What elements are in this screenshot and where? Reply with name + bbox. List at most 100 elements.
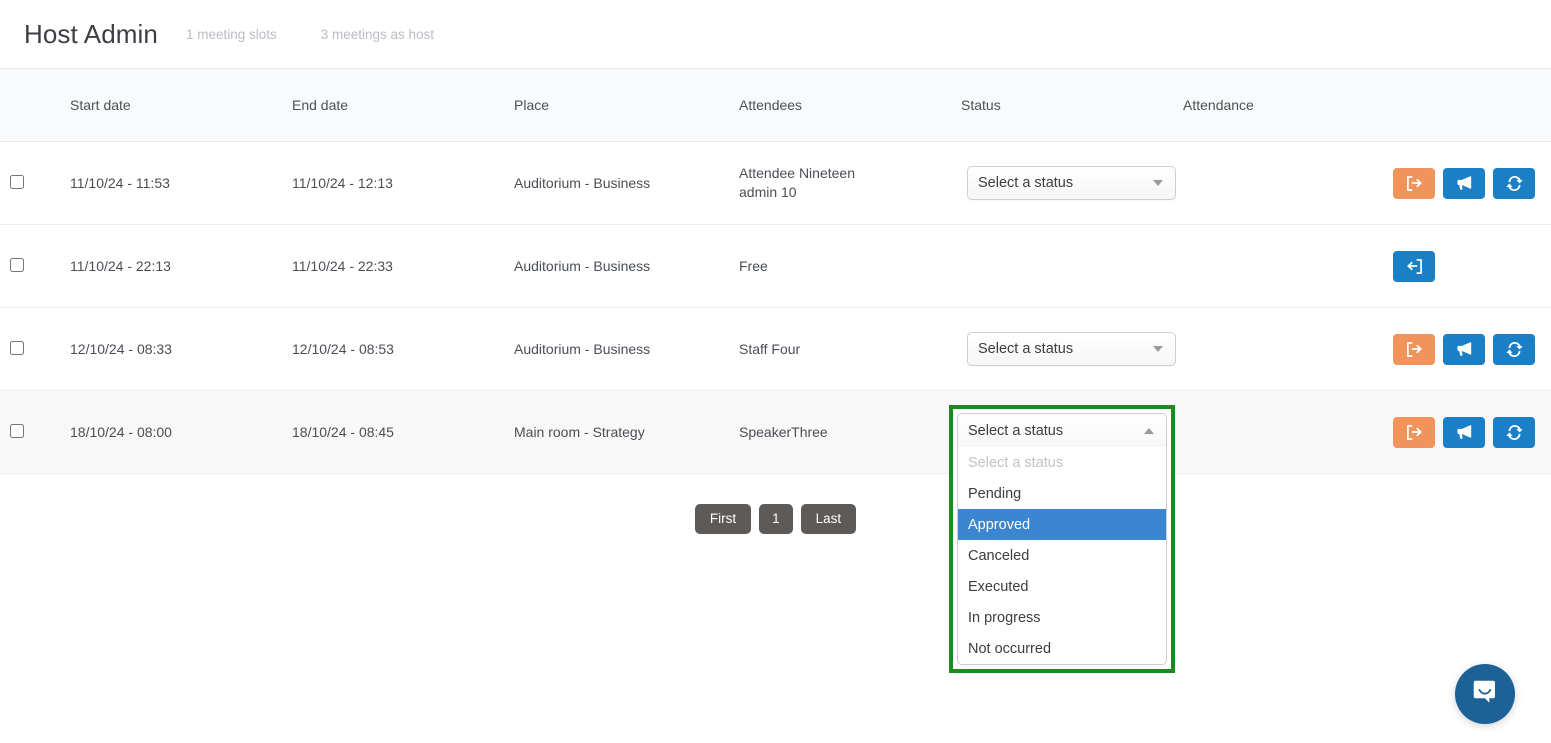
status-select-value: Select a status <box>978 341 1074 357</box>
cell-attendees: Free <box>739 224 961 308</box>
sign-out-button[interactable] <box>1393 333 1435 365</box>
pagination-last-button[interactable]: Last <box>800 504 857 534</box>
cell-attendees: Staff Four <box>739 307 961 391</box>
status-option-pending[interactable]: Pending <box>958 478 1166 509</box>
status-option-not-occurred[interactable]: Not occurred <box>958 633 1166 664</box>
status-dropdown-highlight: Select a status Select a status Pending … <box>949 405 1175 673</box>
pagination-page-1-button[interactable]: 1 <box>759 504 793 534</box>
cell-place: Auditorium - Business <box>514 141 739 225</box>
cell-attendance <box>1183 390 1383 474</box>
cell-start-date: 11/10/24 - 22:13 <box>70 224 292 308</box>
column-header-attendees: Attendees <box>739 69 961 142</box>
status-select-value: Select a status <box>978 175 1074 191</box>
column-header-actions <box>1383 69 1551 142</box>
chat-launcher-button[interactable] <box>1455 664 1515 724</box>
column-header-status: Status <box>961 69 1183 142</box>
bullhorn-icon <box>1456 175 1473 192</box>
attendee-name-primary: Attendee Nineteen <box>739 165 855 181</box>
column-header-end-date: End date <box>292 69 514 142</box>
cell-actions <box>1383 141 1551 225</box>
sign-out-icon <box>1406 424 1423 441</box>
table-row: 12/10/24 - 08:33 12/10/24 - 08:53 Audito… <box>0 307 1551 391</box>
status-dropdown: Select a status Select a status Pending … <box>957 413 1167 665</box>
column-header-place: Place <box>514 69 739 142</box>
cell-end-date: 11/10/24 - 12:13 <box>292 141 514 225</box>
table-row: 11/10/24 - 22:13 11/10/24 - 22:33 Audito… <box>0 224 1551 308</box>
cell-attendance <box>1183 224 1383 308</box>
sign-in-button[interactable] <box>1393 250 1435 282</box>
sign-out-button[interactable] <box>1393 167 1435 199</box>
status-dropdown-options: Select a status Pending Approved Cancele… <box>958 447 1166 664</box>
row-checkbox[interactable] <box>10 174 24 189</box>
sign-in-icon <box>1406 258 1423 275</box>
status-select[interactable]: Select a status <box>967 166 1176 200</box>
table-head: Start date End date Place Attendees Stat… <box>0 69 1551 142</box>
bullhorn-icon <box>1456 424 1473 441</box>
cell-end-date: 18/10/24 - 08:45 <box>292 390 514 474</box>
announce-button[interactable] <box>1443 416 1485 448</box>
refresh-icon <box>1505 175 1523 192</box>
page-title: Host Admin <box>24 18 158 49</box>
table-body: 11/10/24 - 11:53 11/10/24 - 12:13 Audito… <box>0 141 1551 474</box>
cell-start-date: 11/10/24 - 11:53 <box>70 141 292 225</box>
announce-button[interactable] <box>1443 333 1485 365</box>
status-option-canceled[interactable]: Canceled <box>958 540 1166 571</box>
row-select-cell <box>0 390 70 474</box>
row-select-cell <box>0 141 70 225</box>
cell-status <box>961 224 1183 308</box>
status-option-approved[interactable]: Approved <box>958 509 1166 540</box>
table-row: 18/10/24 - 08:00 18/10/24 - 08:45 Main r… <box>0 390 1551 474</box>
chevron-up-icon <box>1144 427 1154 434</box>
sign-out-icon <box>1406 341 1423 358</box>
cell-status: Select a status <box>961 141 1183 225</box>
cell-attendance <box>1183 141 1383 225</box>
row-checkbox[interactable] <box>10 340 24 355</box>
refresh-button[interactable] <box>1493 167 1535 199</box>
cell-start-date: 12/10/24 - 08:33 <box>70 307 292 391</box>
header-meta-host: 3 meetings as host <box>320 26 435 42</box>
status-dropdown-trigger[interactable]: Select a status <box>958 414 1166 447</box>
cell-actions <box>1383 224 1551 308</box>
attendee-name-secondary: admin 10 <box>739 184 797 200</box>
column-header-select <box>0 69 70 142</box>
table-row: 11/10/24 - 11:53 11/10/24 - 12:13 Audito… <box>0 141 1551 225</box>
refresh-icon <box>1505 341 1523 358</box>
table-header-row: Start date End date Place Attendees Stat… <box>0 69 1551 142</box>
column-header-start-date: Start date <box>70 69 292 142</box>
bullhorn-icon <box>1456 341 1473 358</box>
page-header: Host Admin 1 meeting slots 3 meetings as… <box>0 0 1551 69</box>
cell-status: Select a status <box>961 307 1183 391</box>
row-checkbox[interactable] <box>10 257 24 272</box>
cell-place: Main room - Strategy <box>514 390 739 474</box>
cell-place: Auditorium - Business <box>514 307 739 391</box>
status-dropdown-value: Select a status <box>968 422 1064 439</box>
row-checkbox[interactable] <box>10 423 24 438</box>
refresh-button[interactable] <box>1493 416 1535 448</box>
sign-out-button[interactable] <box>1393 416 1435 448</box>
cell-actions <box>1383 307 1551 391</box>
row-select-cell <box>0 224 70 308</box>
cell-attendees: SpeakerThree <box>739 390 961 474</box>
header-meta-slots: 1 meeting slots <box>185 26 277 42</box>
pagination-first-button[interactable]: First <box>694 504 752 534</box>
refresh-icon <box>1505 424 1523 441</box>
meetings-table: Start date End date Place Attendees Stat… <box>0 69 1551 474</box>
cell-attendees: Attendee Nineteen admin 10 <box>739 141 961 225</box>
row-select-cell <box>0 307 70 391</box>
sign-out-icon <box>1406 175 1423 192</box>
cell-place: Auditorium - Business <box>514 224 739 308</box>
cell-attendance <box>1183 307 1383 391</box>
chat-bubble-icon <box>1470 677 1500 712</box>
cell-end-date: 12/10/24 - 08:53 <box>292 307 514 391</box>
cell-end-date: 11/10/24 - 22:33 <box>292 224 514 308</box>
status-select[interactable]: Select a status <box>967 332 1176 366</box>
announce-button[interactable] <box>1443 167 1485 199</box>
pagination: First 1 Last <box>0 504 1551 534</box>
refresh-button[interactable] <box>1493 333 1535 365</box>
chevron-down-icon <box>1153 180 1163 186</box>
cell-start-date: 18/10/24 - 08:00 <box>70 390 292 474</box>
status-option-placeholder[interactable]: Select a status <box>958 447 1166 478</box>
status-option-executed[interactable]: Executed <box>958 571 1166 602</box>
status-option-in-progress[interactable]: In progress <box>958 602 1166 633</box>
column-header-attendance: Attendance <box>1183 69 1383 142</box>
